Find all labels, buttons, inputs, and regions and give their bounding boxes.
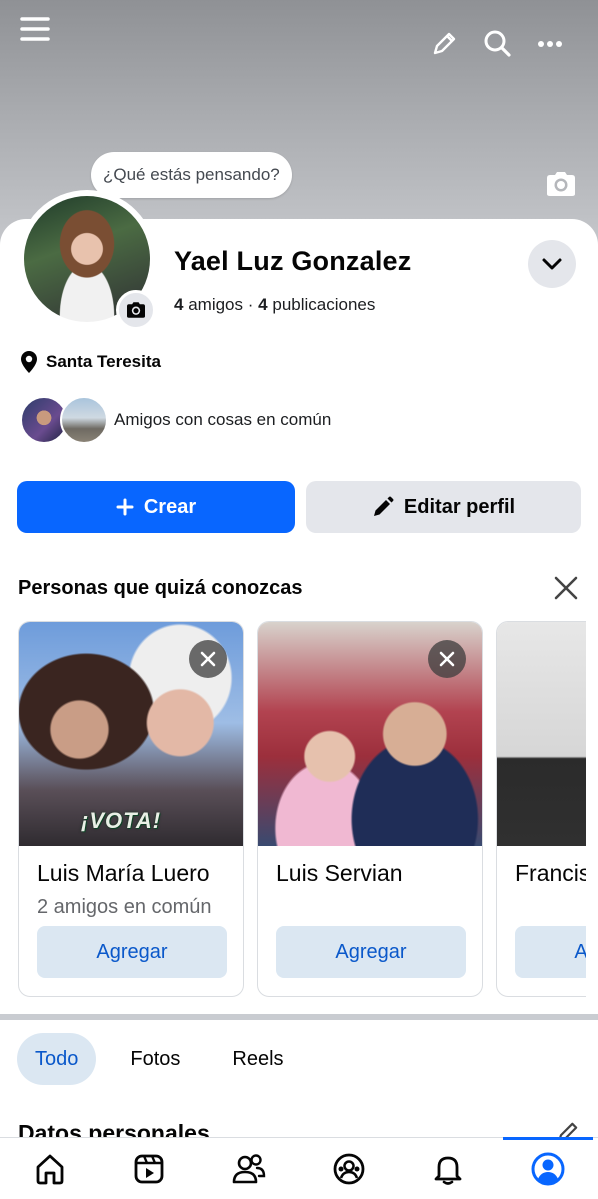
profile-icon [531, 1152, 565, 1186]
home-icon [36, 1154, 64, 1185]
camera-icon [127, 302, 145, 318]
mutual-friends-text: Amigos con cosas en común [114, 410, 332, 429]
tab-label: Reels [232, 1047, 284, 1070]
person-card[interactable]: Luis Servian Agregar [257, 621, 483, 997]
pymk-close-button[interactable] [548, 570, 584, 606]
chevron-down-icon [542, 258, 562, 270]
edit-profile-top-button[interactable] [424, 24, 464, 64]
tab-reels[interactable]: Reels [214, 1033, 301, 1085]
edit-profile-button[interactable]: Editar perfil [306, 481, 581, 533]
nav-profile[interactable] [498, 1137, 598, 1199]
nav-notifications[interactable] [399, 1138, 499, 1199]
posts-label: publicaciones [272, 295, 376, 314]
more-horizontal-icon [538, 41, 562, 47]
nav-friends[interactable] [199, 1138, 299, 1199]
pencil-icon [373, 496, 394, 516]
plus-icon [116, 498, 134, 516]
create-label: Crear [143, 495, 197, 518]
close-icon [554, 576, 578, 600]
cover-camera-button[interactable] [538, 162, 584, 206]
pymk-carousel[interactable]: ¡VOTA! Luis María Luero 2 amigos en comú… [18, 621, 586, 997]
pymk-title: Personas que quizá conozcas [18, 577, 303, 599]
hamburger-icon [20, 17, 50, 41]
location-text: Santa Teresita [46, 352, 161, 371]
person-name[interactable]: Luis Servian [276, 860, 403, 887]
mutual-friends-row[interactable]: Amigos con cosas en común [20, 396, 331, 444]
person-name[interactable]: Francis [515, 860, 586, 887]
pencil-icon [433, 32, 456, 55]
create-button[interactable]: Crear [17, 481, 295, 533]
add-friend-label: Agregar [96, 940, 168, 963]
profile-tabs: Todo Fotos Reels [17, 1033, 302, 1085]
nav-active-indicator [503, 1137, 594, 1140]
add-friend-label: Agregar [335, 940, 407, 963]
more-options-button[interactable] [530, 24, 570, 64]
friends-icon [232, 1154, 266, 1184]
add-friend-label: Agregar [574, 941, 586, 964]
add-friend-button[interactable]: Agregar [276, 926, 466, 978]
stats-separator: · [247, 295, 254, 314]
photo-vote-text: ¡VOTA! [81, 808, 162, 833]
tab-todo[interactable]: Todo [17, 1033, 97, 1085]
dismiss-button[interactable] [428, 640, 466, 678]
nav-home[interactable] [0, 1138, 100, 1199]
friends-label[interactable]: amigos [188, 295, 243, 314]
marketplace-icon [333, 1153, 365, 1185]
notifications-icon [435, 1156, 462, 1185]
add-friend-button[interactable]: Agregar [515, 926, 586, 978]
tab-label: Todo [35, 1047, 79, 1070]
profile-name: Yael Luz Gonzalez [174, 246, 412, 276]
friends-count: 4 [174, 295, 184, 314]
mutual-friend-avatar [60, 396, 108, 444]
tab-label: Fotos [130, 1047, 181, 1070]
profile-stats: 4 amigos · 4 publicaciones [174, 295, 375, 315]
close-icon [439, 651, 455, 667]
profile-switch-button[interactable] [528, 240, 576, 288]
location-row: Santa Teresita [20, 350, 161, 374]
thought-prompt: ¿Qué estás pensando? [103, 165, 280, 184]
person-photo[interactable] [497, 622, 586, 846]
camera-icon [547, 172, 575, 196]
section-divider [0, 1014, 598, 1020]
nav-marketplace[interactable] [299, 1138, 399, 1199]
edit-profile-label: Editar perfil [403, 495, 516, 518]
close-icon [200, 651, 216, 667]
profile-page: ¿Qué estás pensando? Yael Luz Gonzalez 4… [0, 0, 598, 1199]
video-icon [135, 1154, 164, 1184]
search-button[interactable] [476, 22, 518, 64]
tab-fotos[interactable]: Fotos [112, 1033, 198, 1085]
avatar-camera-button[interactable] [116, 290, 156, 330]
add-friend-button[interactable]: Agregar [37, 926, 227, 978]
search-icon [484, 30, 511, 57]
nav-video[interactable] [100, 1138, 200, 1199]
thought-bubble[interactable]: ¿Qué estás pensando? [91, 152, 292, 198]
location-pin-icon [21, 351, 37, 373]
person-name[interactable]: Luis María Luero [37, 860, 210, 887]
posts-count: 4 [258, 295, 268, 314]
dismiss-button[interactable] [189, 640, 227, 678]
menu-button[interactable] [14, 10, 56, 48]
bottom-nav [0, 1137, 598, 1199]
person-mutual-friends: 2 amigos en común [37, 896, 212, 918]
person-card[interactable]: Francis Agregar [496, 621, 586, 997]
person-card[interactable]: ¡VOTA! Luis María Luero 2 amigos en comú… [18, 621, 244, 997]
